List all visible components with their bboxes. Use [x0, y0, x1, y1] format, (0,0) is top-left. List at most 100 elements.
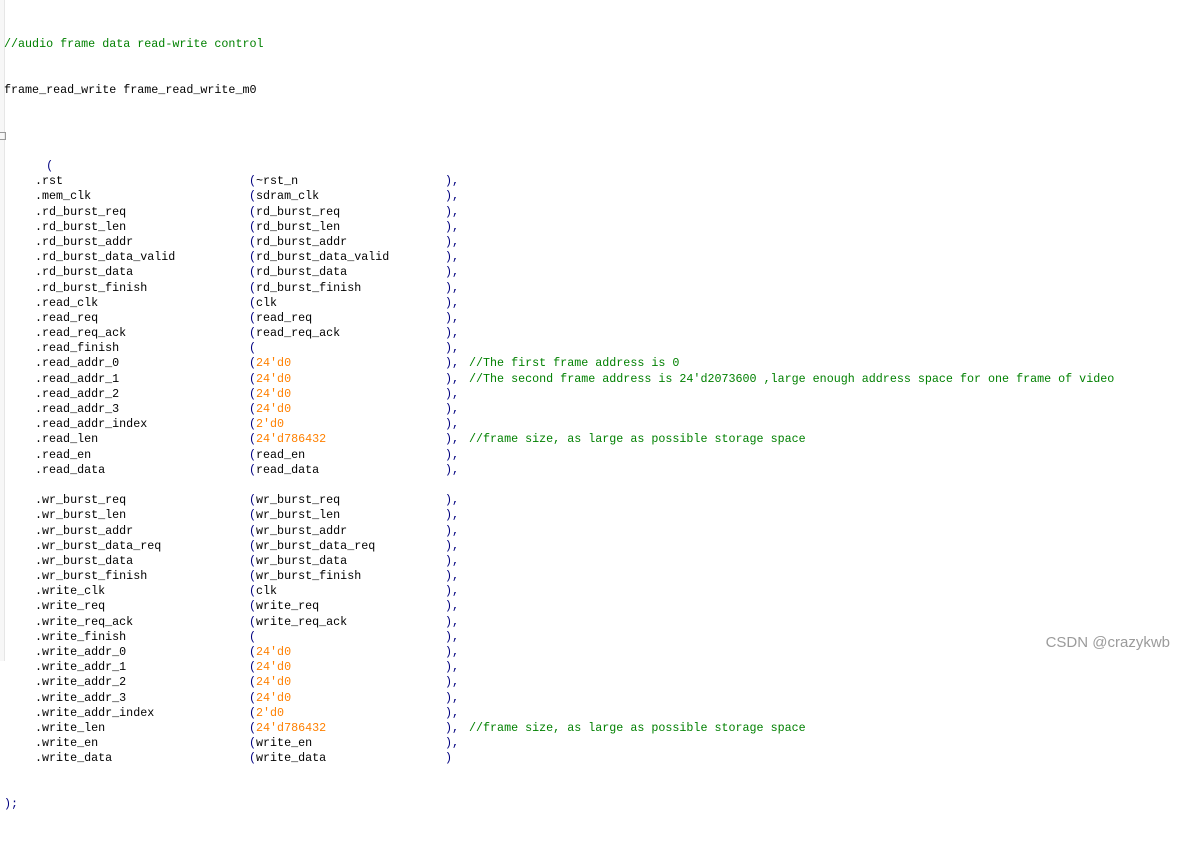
signal-expression: (: [249, 341, 256, 356]
signal-expression: (write_data: [249, 751, 326, 766]
close-paren: ),: [445, 447, 460, 462]
signal-value: 24'd0: [256, 402, 292, 416]
signal-open-paren: (: [249, 690, 257, 705]
signal-value: 24'd0: [256, 645, 292, 659]
signal-expression: (24'd0: [249, 387, 291, 402]
close-paren: ),: [445, 736, 460, 751]
signal-open-paren: (: [249, 645, 257, 659]
port-name: .write_addr_index: [35, 705, 155, 720]
port-name: .rd_burst_addr: [35, 234, 134, 249]
signal-open-paren: (: [249, 447, 257, 462]
port-connection-line: .rd_burst_data_valid (rd_burst_data_valid…: [4, 250, 459, 265]
signal-expression: (rd_burst_req: [249, 205, 340, 220]
signal-value: wr_burst_len: [256, 508, 341, 523]
signal-value: rd_burst_addr: [256, 234, 348, 249]
port-connection-line: .rd_burst_req (rd_burst_req),: [4, 205, 459, 220]
close-paren: ),: [445, 690, 460, 705]
port-connection-line: .wr_burst_finish (wr_burst_finish),: [4, 569, 459, 584]
signal-open-paren: (: [249, 432, 257, 447]
inline-comment: //frame size, as large as possible stora…: [469, 432, 806, 447]
port-connection-line: .read_req (read_req),: [4, 311, 459, 326]
signal-open-paren: (: [249, 629, 257, 644]
signal-expression: (wr_burst_len: [249, 508, 340, 523]
signal-expression: (24'd786432: [249, 432, 326, 447]
port-connection-line: .write_addr_1 (24'd0),: [4, 660, 459, 675]
signal-expression: (read_en: [249, 448, 305, 463]
port-name: .write_addr_0: [35, 645, 127, 659]
close-paren: ),: [445, 569, 460, 584]
port-name: .rd_burst_data_valid: [35, 250, 176, 265]
signal-open-paren: (: [249, 462, 257, 477]
inline-comment: //frame size, as large as possible stora…: [469, 720, 806, 735]
code-editor[interactable]: //audio frame data read-write control fr…: [0, 0, 1184, 811]
signal-open-paren: (: [249, 341, 257, 356]
close-paren: ),: [445, 189, 460, 204]
close-paren: ),: [445, 265, 460, 280]
signal-open-paren: (: [249, 493, 257, 508]
signal-open-paren: (: [249, 660, 257, 675]
port-connection-line: .rd_burst_data (rd_burst_data),: [4, 265, 459, 280]
signal-expression: (24'd0: [249, 356, 291, 371]
signal-expression: (rd_burst_data_valid: [249, 250, 389, 265]
instance-declaration: frame_read_write frame_read_write_m0: [4, 83, 257, 97]
signal-value: 24'd0: [256, 690, 292, 705]
close-paren: ),: [445, 234, 460, 249]
port-connection-line: .read_addr_2 (24'd0),: [4, 387, 459, 402]
signal-value: 2'd0: [256, 705, 285, 720]
port-name: .write_addr_2: [35, 675, 127, 690]
port-list: .rst (~rst_n), .mem_clk (sdram_clk), .rd_bur…: [4, 174, 1114, 766]
signal-open-paren: (: [249, 614, 257, 629]
signal-expression: (write_req_ack: [249, 615, 347, 630]
port-connection-line: .rst (~rst_n),: [4, 174, 459, 189]
port-name: .wr_burst_finish: [35, 569, 148, 584]
signal-open-paren: (: [249, 189, 257, 204]
port-name: .read_addr_1: [35, 371, 120, 386]
signal-open-paren: (: [249, 584, 257, 599]
port-connection-line: .wr_burst_len (wr_burst_len),: [4, 508, 459, 523]
open-paren-line: (: [0, 129, 264, 173]
port-name: .write_len: [35, 720, 106, 735]
signal-value: rd_burst_data: [256, 265, 348, 280]
header-comment: //audio frame data read-write control: [4, 37, 264, 52]
close-paren: ),: [445, 675, 460, 690]
signal-expression: (24'd0: [249, 402, 291, 417]
watermark: CSDN @crazykwb: [1045, 634, 1170, 651]
close-paren: ): [445, 751, 453, 766]
close-paren-line: );: [4, 796, 19, 811]
signal-open-paren: (: [249, 417, 257, 432]
port-connection-line: .read_data (read_data),: [4, 462, 459, 478]
signal-value: rd_burst_req: [256, 204, 341, 219]
code-area[interactable]: //audio frame data read-write control fr…: [0, 7, 1114, 843]
signal-expression: (~rst_n: [249, 174, 298, 189]
signal-open-paren: (: [249, 219, 257, 234]
signal-value: ~rst_n: [256, 174, 299, 189]
signal-expression: (sdram_clk: [249, 189, 319, 204]
close-paren: ),: [445, 462, 460, 477]
signal-value: 24'd786432: [256, 432, 327, 447]
port-connection-line: .write_addr_2 (24'd0),: [4, 675, 459, 690]
inline-comment: //The first frame address is 0: [469, 356, 680, 371]
signal-open-paren: (: [249, 569, 257, 584]
signal-value: wr_burst_addr: [256, 523, 348, 538]
port-connection-line: .mem_clk (sdram_clk),: [4, 189, 459, 204]
fold-marker-icon[interactable]: [0, 131, 6, 140]
signal-value: rd_burst_len: [256, 219, 341, 234]
signal-open-paren: (: [249, 705, 257, 720]
close-paren: ),: [445, 219, 460, 234]
close-paren: ),: [445, 295, 460, 310]
port-name: .write_clk: [35, 584, 106, 599]
signal-expression: (clk: [249, 584, 277, 599]
close-paren: ),: [445, 341, 460, 356]
signal-open-paren: (: [249, 280, 257, 295]
signal-value: 24'd0: [256, 660, 292, 675]
signal-value: read_data: [256, 462, 320, 477]
port-connection-line: .write_en (write_en),: [4, 736, 459, 751]
signal-value: clk: [256, 295, 278, 310]
signal-open-paren: (: [249, 523, 257, 538]
signal-value: 2'd0: [256, 417, 285, 432]
close-paren: ),: [445, 629, 460, 644]
close-paren: ),: [445, 599, 460, 614]
port-name: .read_data: [35, 462, 106, 477]
close-paren: ),: [445, 356, 460, 371]
port-connection-line: .read_en (read_en),: [4, 448, 459, 463]
